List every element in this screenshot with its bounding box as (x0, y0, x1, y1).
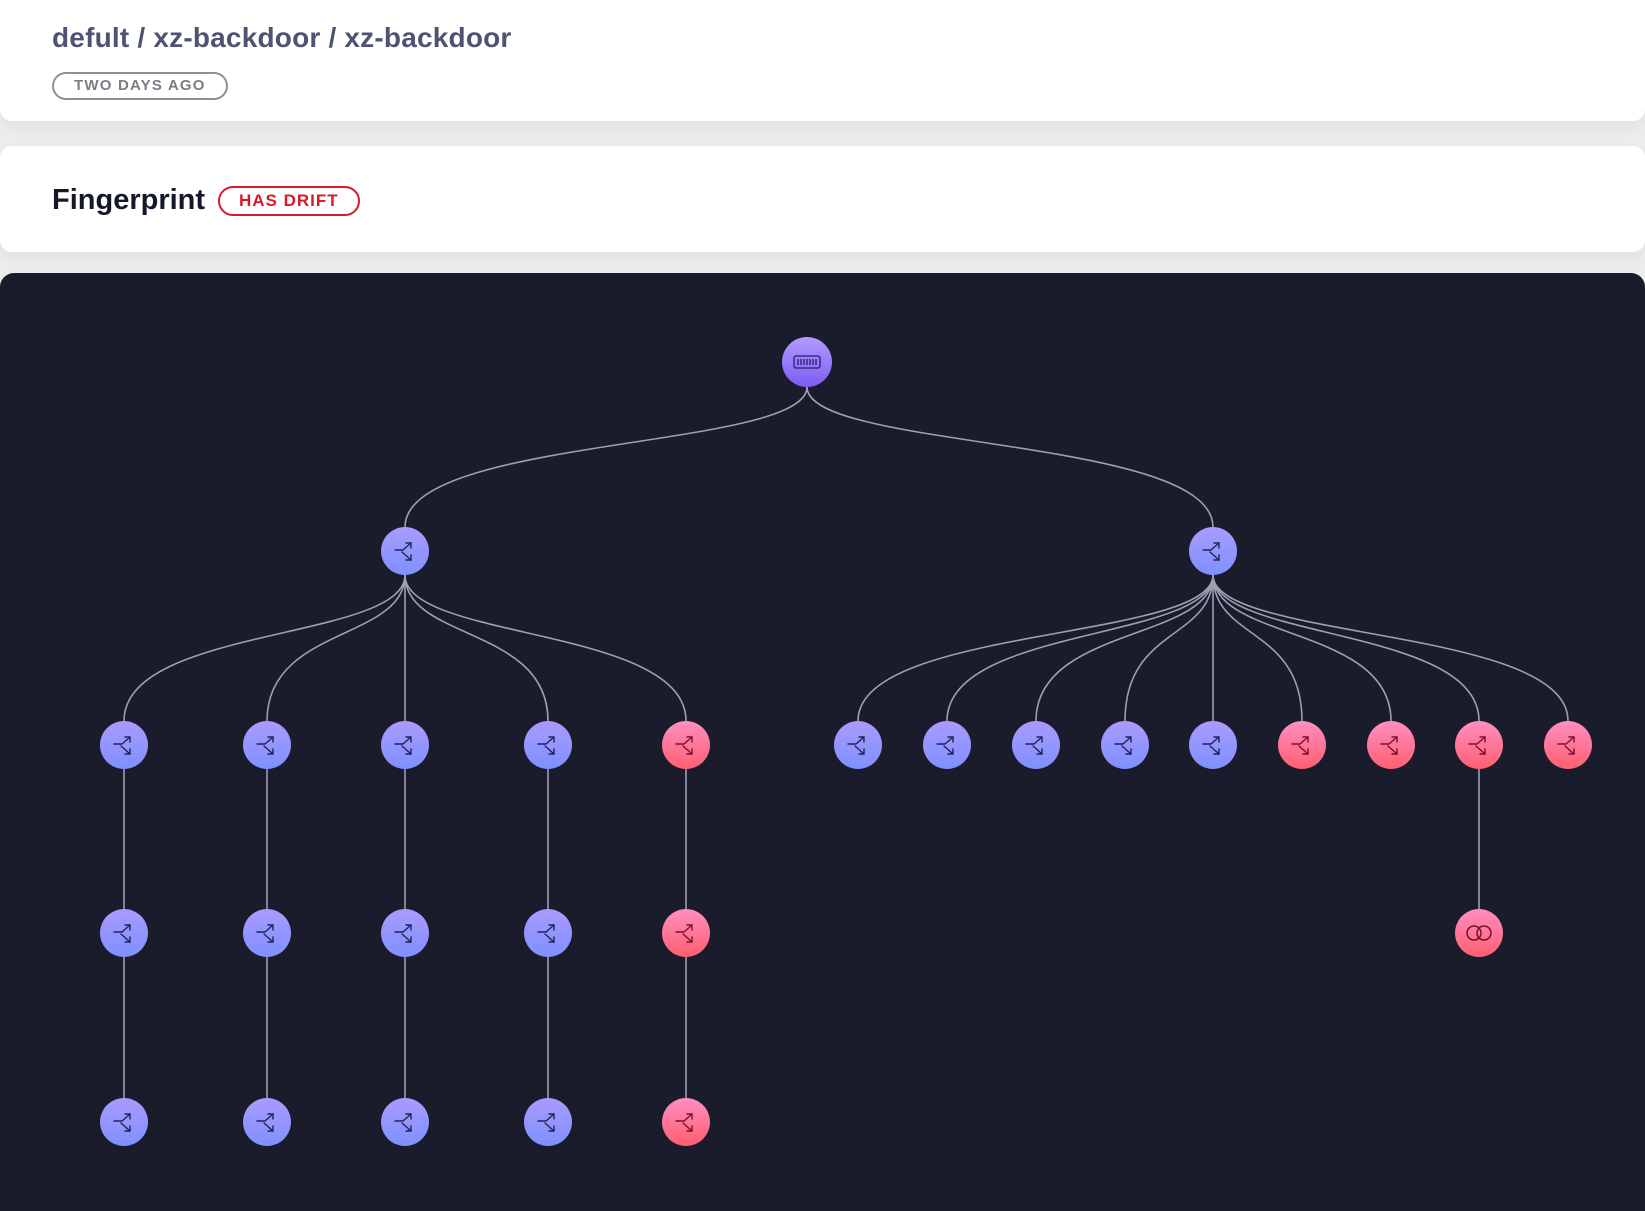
tree-edge (946, 574, 1214, 722)
tree-edge (1212, 574, 1569, 722)
header-card: defult / xz-backdoor / xz-backdoor TWO D… (0, 0, 1645, 121)
tree-edge (1212, 574, 1392, 722)
fingerprint-card: Fingerprint HAS DRIFT (0, 146, 1645, 252)
tree-node[interactable] (1189, 721, 1237, 769)
breadcrumb[interactable]: defult / xz-backdoor / xz-backdoor (52, 22, 512, 54)
node-circle (524, 721, 572, 769)
node-circle (381, 721, 429, 769)
tree-node-drift[interactable] (662, 1098, 710, 1146)
tree-edge (123, 574, 406, 722)
node-circle (524, 1098, 572, 1146)
tree-node[interactable] (243, 909, 291, 957)
tree-node[interactable] (100, 721, 148, 769)
tree-node-root[interactable] (782, 337, 832, 387)
process-tree-graph (100, 337, 1592, 1146)
node-circle (1455, 909, 1503, 957)
node-circle (662, 909, 710, 957)
tree-node[interactable] (834, 721, 882, 769)
tree-node[interactable] (243, 721, 291, 769)
node-circle (100, 909, 148, 957)
tree-node-drift[interactable] (662, 909, 710, 957)
fingerprint-title: Fingerprint (52, 184, 206, 216)
tree-node[interactable] (524, 1098, 572, 1146)
tree-edge (1212, 574, 1480, 722)
tree-node[interactable] (381, 721, 429, 769)
node-circle (1278, 721, 1326, 769)
node-circle (1367, 721, 1415, 769)
node-circle (834, 721, 882, 769)
node-circle (100, 1098, 148, 1146)
tree-edge (857, 574, 1214, 722)
tree-node[interactable] (923, 721, 971, 769)
tree-node[interactable] (524, 909, 572, 957)
tree-node[interactable] (1012, 721, 1060, 769)
tree-node[interactable] (524, 721, 572, 769)
node-circle (1544, 721, 1592, 769)
graph-nodes (100, 337, 1592, 1146)
node-circle (100, 721, 148, 769)
node-circle (1012, 721, 1060, 769)
node-circle (662, 721, 710, 769)
node-circle (381, 1098, 429, 1146)
node-circle (524, 909, 572, 957)
tree-node-drift[interactable] (1455, 721, 1503, 769)
tree-node[interactable] (381, 1098, 429, 1146)
node-circle (1101, 721, 1149, 769)
tree-node[interactable] (100, 1098, 148, 1146)
tree-edge (1035, 574, 1214, 722)
node-circle (1455, 721, 1503, 769)
node-circle (381, 909, 429, 957)
node-circle (243, 909, 291, 957)
node-circle (923, 721, 971, 769)
tree-node[interactable] (100, 909, 148, 957)
page: defult / xz-backdoor / xz-backdoor TWO D… (0, 0, 1645, 1211)
tree-edge (404, 386, 808, 528)
node-circle (1189, 721, 1237, 769)
node-circle (243, 1098, 291, 1146)
node-circle (662, 1098, 710, 1146)
tree-node-drift[interactable] (662, 721, 710, 769)
tree-edge (404, 574, 549, 722)
tree-node[interactable] (381, 527, 429, 575)
tree-node-drift[interactable] (1544, 721, 1592, 769)
tree-node[interactable] (1101, 721, 1149, 769)
time-badge: TWO DAYS AGO (52, 72, 228, 100)
tree-node-drift[interactable] (1278, 721, 1326, 769)
drift-status-badge: HAS DRIFT (218, 186, 360, 216)
node-circle (381, 527, 429, 575)
tree-edge (806, 386, 1214, 528)
tree-edge (266, 574, 406, 722)
node-circle (243, 721, 291, 769)
process-tree-panel (0, 273, 1645, 1211)
tree-node[interactable] (381, 909, 429, 957)
tree-node-drift[interactable] (1455, 909, 1503, 957)
node-circle (1189, 527, 1237, 575)
tree-node[interactable] (1189, 527, 1237, 575)
tree-node-drift[interactable] (1367, 721, 1415, 769)
tree-node[interactable] (243, 1098, 291, 1146)
